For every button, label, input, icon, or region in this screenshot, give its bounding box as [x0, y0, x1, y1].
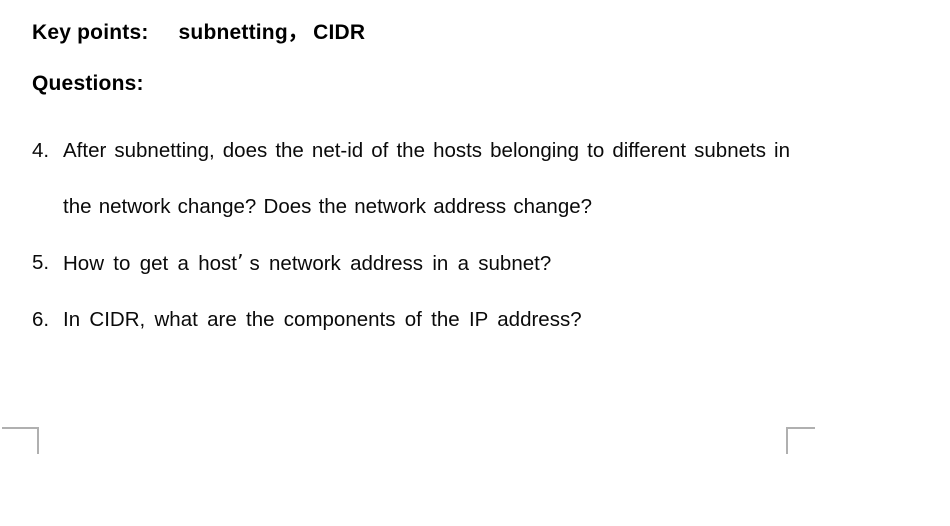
key-points-value-2: CIDR	[313, 21, 366, 44]
question-text-6: In CIDR, what are the components of the …	[63, 308, 582, 331]
question-number-5: 5.	[32, 251, 50, 274]
question-item-5: 5. How to get a host’ s network address i…	[32, 235, 790, 292]
question-5-part-a: How to get a host	[63, 252, 237, 275]
key-points-value-1: subnetting	[178, 21, 288, 44]
question-5-part-b: s network address in a subnet?	[249, 252, 552, 275]
question-item-4: 4. After subnetting, does the net-id of …	[32, 123, 790, 235]
crop-mark-bottom-right-icon	[786, 427, 815, 454]
question-5-apostrophe: ’	[236, 250, 244, 274]
key-points-separator: ，	[287, 21, 310, 44]
key-points-line: Key points: subnetting， CIDR	[32, 22, 790, 43]
key-points-label: Key points:	[32, 21, 149, 44]
slide-content: Key points: subnetting， CIDR Questions: 4.…	[32, 22, 790, 348]
question-number-6: 6.	[32, 308, 50, 331]
slide-canvas: Key points: subnetting， CIDR Questions: 4.…	[0, 0, 950, 526]
questions-heading: Questions:	[32, 72, 144, 95]
question-text-5: How to get a host’ s network address in a…	[63, 235, 790, 292]
question-number-4: 4.	[32, 139, 50, 162]
crop-mark-bottom-left-icon	[2, 427, 39, 454]
question-item-6: 6. In CIDR, what are the components of t…	[32, 292, 790, 348]
question-text-4: After subnetting, does the net-id of the…	[63, 139, 790, 218]
